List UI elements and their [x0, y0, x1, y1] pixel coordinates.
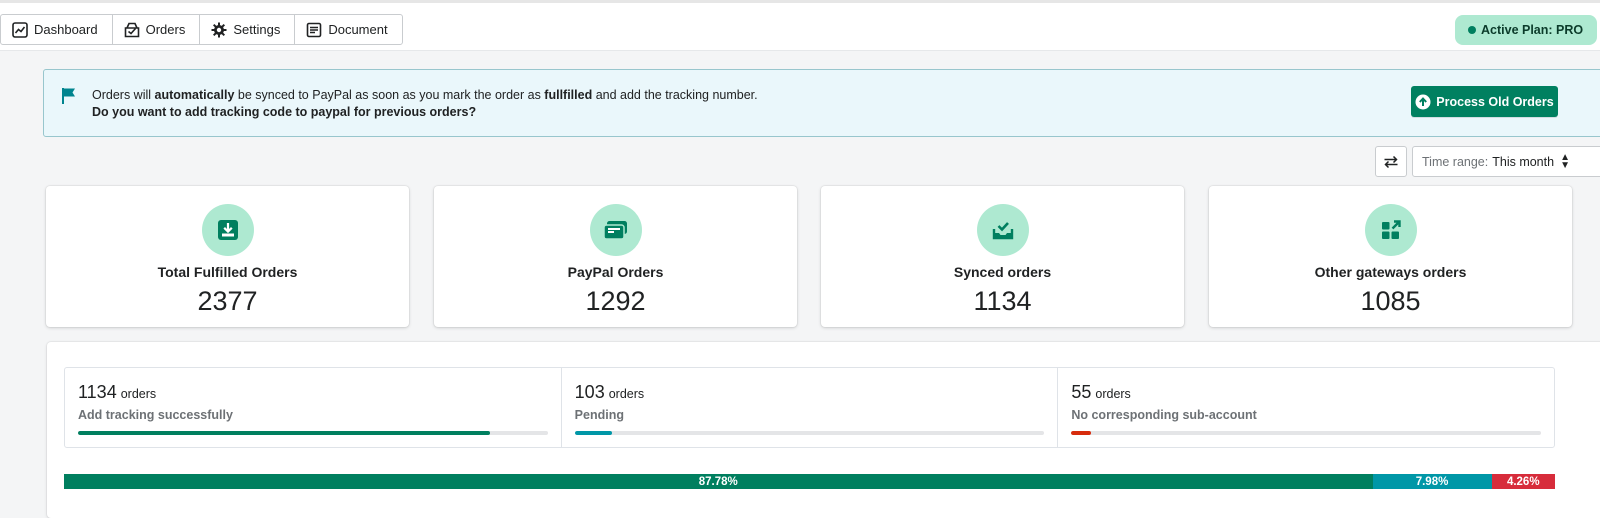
- card-icon-wrap: [1364, 204, 1417, 256]
- card-value: 1292: [585, 286, 646, 316]
- gear-icon: [211, 22, 227, 37]
- stat-progress-track: [1071, 431, 1542, 435]
- synced-tray-icon: [992, 222, 1013, 240]
- nav-settings-label: Settings: [233, 22, 281, 37]
- card-value: 1134: [973, 286, 1032, 316]
- active-plan-label: Active Plan: PRO: [1481, 23, 1584, 37]
- card-icon-wrap: [976, 204, 1029, 256]
- stat-count-value: 55: [1071, 382, 1092, 402]
- banner-bold-automatically: automatically: [154, 88, 235, 102]
- process-old-orders-button[interactable]: Process Old Orders: [1411, 86, 1558, 117]
- time-range-label: Time range:: [1422, 154, 1489, 169]
- swap-arrows-icon: [1384, 155, 1398, 168]
- time-range-value: This month: [1492, 154, 1555, 169]
- stat-add-tracking-success: 1134 orders Add tracking successfully: [65, 368, 562, 447]
- dashboard-icon: [12, 21, 28, 38]
- banner-text-3: and add the tracking number.: [592, 88, 758, 102]
- banner-bold-fullfilled: fullfilled: [544, 88, 593, 102]
- process-old-orders-label: Process Old Orders: [1436, 94, 1554, 109]
- stat-count-value: 1134: [78, 382, 117, 402]
- card-title: Total Fulfilled Orders: [157, 264, 298, 280]
- banner-text-2: be synced to PayPal as soon as you mark …: [234, 88, 545, 102]
- stat-count: 103 orders: [575, 382, 644, 403]
- stat-progress-fill: [78, 431, 491, 435]
- apps-icon: [1381, 220, 1401, 239]
- stat-count: 55 orders: [1071, 382, 1130, 403]
- card-paypal-orders: PayPal Orders 1292: [434, 186, 797, 327]
- stat-count-unit: orders: [608, 387, 645, 401]
- select-caret-icon: ▲ ▼: [1560, 151, 1570, 171]
- status-dot-icon: [1468, 26, 1476, 34]
- stat-progress-track: [574, 431, 1045, 435]
- upload-circle-icon: [1415, 94, 1431, 109]
- stat-pending: 103 orders Pending: [562, 368, 1059, 447]
- stat-count-unit: orders: [1095, 387, 1131, 401]
- swap-refresh-button[interactable]: [1375, 146, 1407, 177]
- distribution-segment-success: 87.78%: [64, 474, 1373, 489]
- top-bar: Dashboard Orders Settings Document Activ…: [0, 0, 1600, 51]
- document-icon: [307, 22, 322, 37]
- stat-description: No corresponding sub-account: [1071, 408, 1257, 422]
- nav-orders-button[interactable]: Orders: [113, 15, 201, 44]
- card-synced-orders: Synced orders 1134: [821, 186, 1184, 327]
- stat-count-unit: orders: [120, 387, 157, 401]
- nav-dashboard-label: Dashboard: [34, 22, 98, 37]
- card-other-gateways-orders: Other gateways orders 1085: [1209, 186, 1572, 327]
- banner-text-1: Orders will: [92, 88, 155, 102]
- banner-line-2: Do you want to add tracking code to payp…: [92, 105, 477, 119]
- stat-count-value: 103: [574, 382, 605, 402]
- paypal-card-icon: [602, 221, 627, 240]
- stat-count: 1134 orders: [78, 382, 156, 403]
- info-banner: Orders will automatically be synced to P…: [43, 69, 1600, 137]
- card-title: Other gateways orders: [1314, 264, 1467, 280]
- banner-line-1: Orders will automatically be synced to P…: [92, 88, 758, 102]
- download-tray-icon: [217, 220, 238, 240]
- card-value: 1085: [1360, 286, 1421, 316]
- orders-icon: [124, 22, 139, 37]
- active-plan-badge[interactable]: Active Plan: PRO: [1455, 15, 1598, 45]
- distribution-segment-no-sub-account: 4.26%: [1491, 474, 1555, 489]
- nav-dashboard-button[interactable]: Dashboard: [1, 15, 113, 44]
- distribution-bar: 87.78% 7.98% 4.26%: [64, 474, 1555, 489]
- flag-icon: [62, 88, 75, 104]
- nav-document-label: Document: [328, 22, 388, 37]
- stat-progress-fill: [1071, 431, 1092, 435]
- card-value: 2377: [197, 286, 258, 316]
- stat-no-sub-account: 55 orders No corresponding sub-account: [1058, 368, 1554, 447]
- main-nav: Dashboard Orders Settings Document: [0, 14, 403, 45]
- distribution-segment-pending: 7.98%: [1372, 474, 1492, 489]
- stat-progress-track: [78, 431, 548, 435]
- nav-settings-button[interactable]: Settings: [200, 15, 296, 44]
- nav-orders-label: Orders: [145, 22, 186, 37]
- card-title: PayPal Orders: [567, 264, 664, 280]
- stats-row: 1134 orders Add tracking successfully 103…: [64, 367, 1555, 448]
- card-icon-wrap: [201, 204, 254, 256]
- time-range-select[interactable]: Time range: This month ▲ ▼: [1412, 146, 1600, 177]
- card-title: Synced orders: [953, 264, 1052, 280]
- stat-description: Add tracking successfully: [78, 408, 233, 422]
- stat-description: Pending: [574, 408, 624, 422]
- nav-document-button[interactable]: Document: [295, 15, 401, 44]
- card-total-fulfilled-orders: Total Fulfilled Orders 2377: [46, 186, 409, 327]
- stat-progress-fill: [574, 431, 613, 435]
- card-icon-wrap: [589, 204, 642, 256]
